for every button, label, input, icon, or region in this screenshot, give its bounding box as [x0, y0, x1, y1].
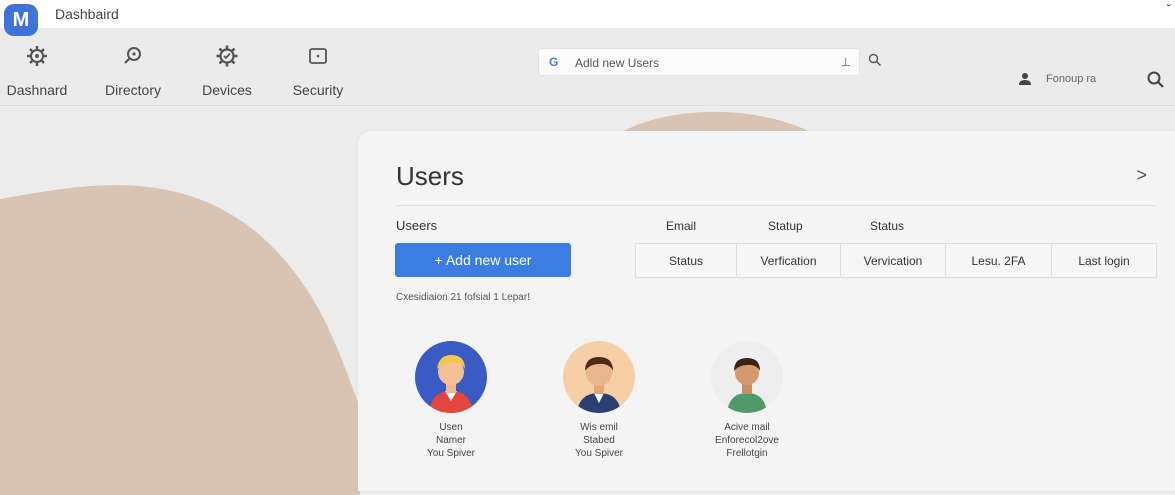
page-title: Users — [396, 161, 464, 191]
person-icon — [1019, 73, 1031, 85]
tab-last-login[interactable]: Last login — [1052, 244, 1156, 277]
add-users-search-box[interactable]: G ⊥ — [538, 48, 860, 76]
nav-label: Directory — [104, 82, 161, 98]
nav-label: Devices — [202, 82, 252, 98]
user-detail-line: You Spiver — [427, 448, 475, 459]
users-panel: Users > Useers Email Statup Status + Add… — [358, 131, 1175, 491]
user-name-line: Acive mail — [724, 422, 770, 433]
google-g-icon: G — [549, 55, 559, 69]
user-name: Fonoup ra — [1046, 73, 1097, 85]
nav-label: Dashnard — [6, 82, 68, 98]
tab-vervication[interactable]: Vervication — [841, 244, 946, 277]
divider — [396, 205, 1156, 206]
title-bar: Dashbaird ˘ — [0, 0, 1175, 28]
user-detail-line: Enforecol2ove — [715, 435, 779, 446]
user-card[interactable]: Wis emil Stabed You Spiver — [544, 341, 654, 460]
nav-item-devices[interactable]: Devices — [193, 28, 261, 106]
user-menu[interactable]: Fonoup ra — [1018, 72, 1096, 86]
user-card[interactable]: Usen Namer You Spiver — [396, 341, 506, 460]
nav-item-dashboard[interactable]: Dashnard — [2, 28, 72, 106]
settings-gear-icon — [215, 44, 239, 68]
global-search-icon[interactable] — [1146, 70, 1166, 95]
user-detail-line: Stabed — [583, 435, 615, 446]
user-detail-line: Frellotgin — [726, 448, 768, 459]
column-header-status: Status — [870, 219, 905, 233]
tab-status[interactable]: Status — [636, 244, 737, 277]
app-title: Dashbaird — [55, 6, 119, 22]
chevron-right-icon[interactable]: > — [1136, 165, 1147, 186]
window-close-icon[interactable]: ˘ — [1167, 2, 1171, 16]
summary-text: Cxesidiaion 21 fofsial 1 Lepar! — [396, 292, 530, 303]
search-button-icon[interactable] — [868, 53, 882, 72]
gear-icon — [26, 44, 48, 68]
filter-tabs: Status Verfication Vervication Lesu. 2FA… — [635, 243, 1157, 278]
avatar — [711, 341, 783, 413]
section-label: Useers — [396, 218, 438, 233]
avatar — [563, 341, 635, 413]
user-detail-line: You Spiver — [575, 448, 623, 459]
pin-icon[interactable]: ⊥ — [841, 55, 851, 69]
app-logo[interactable]: M — [4, 4, 38, 36]
user-name-line: Usen — [439, 422, 463, 433]
column-header-statup: Statup — [768, 219, 803, 233]
search-icon — [122, 44, 144, 68]
user-card[interactable]: Acive mail Enforecol2ove Frellotgin — [692, 341, 802, 460]
square-dot-icon — [308, 44, 328, 68]
search-input[interactable] — [575, 53, 825, 73]
nav-item-directory[interactable]: Directory — [97, 28, 169, 106]
tab-verification[interactable]: Verfication — [737, 244, 841, 277]
avatar — [415, 341, 487, 413]
nav-item-security[interactable]: Security — [284, 28, 352, 106]
nav-label: Security — [292, 82, 344, 98]
tab-2fa[interactable]: Lesu. 2FA — [946, 244, 1052, 277]
user-detail-line: Namer — [435, 435, 466, 446]
column-header-email: Email — [666, 219, 697, 233]
add-new-user-button[interactable]: + Add new user — [395, 243, 571, 277]
user-name-line: Wis emil — [580, 422, 618, 433]
